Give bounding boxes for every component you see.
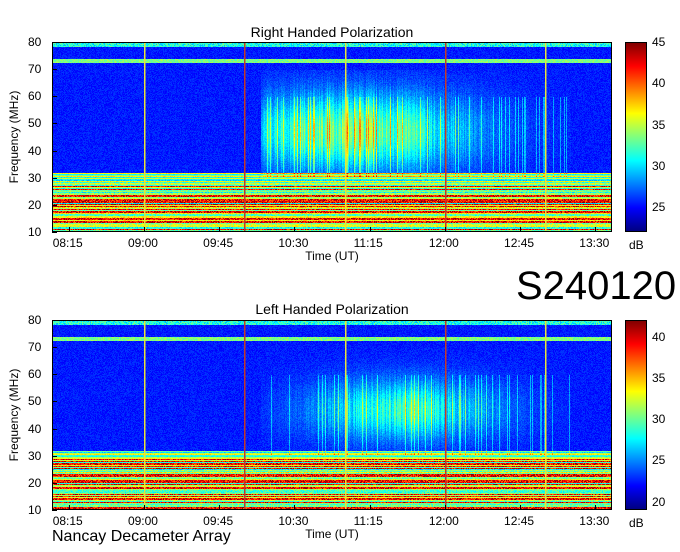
x-tick-mark xyxy=(595,505,597,510)
footer-label: Nancay Decameter Array xyxy=(52,528,231,545)
event-code: S240120 xyxy=(516,264,677,308)
y-tick-mark xyxy=(52,96,57,98)
y-tick-label: 70 xyxy=(28,340,42,355)
x-tick-mark xyxy=(369,227,371,232)
x-tick-label: 10:30 xyxy=(278,514,309,528)
x-tick-mark xyxy=(294,505,296,510)
y-tick-label: 30 xyxy=(28,448,42,463)
colorbar-tick-label: 30 xyxy=(652,412,666,427)
colorbar-tick-label: 30 xyxy=(652,158,666,173)
x-tick-label: 09:45 xyxy=(203,514,234,528)
y-tick-label: 10 xyxy=(28,225,42,239)
x-tick-label: 12:00 xyxy=(428,236,459,250)
y-tick-mark xyxy=(52,374,57,376)
x-tick-mark xyxy=(219,227,221,232)
y-tick-mark xyxy=(52,69,57,71)
colorbar xyxy=(625,320,647,510)
x-tick-label: 12:00 xyxy=(428,514,459,528)
colorbar-tick-label: 25 xyxy=(652,453,666,468)
x-tick-label: 09:00 xyxy=(127,514,158,528)
y-tick-mark xyxy=(52,232,57,233)
y-tick-mark xyxy=(52,401,57,403)
colorbar xyxy=(625,42,647,232)
panel-title: Right Handed Polarization xyxy=(250,24,414,40)
y-tick-label: 20 xyxy=(28,197,42,212)
y-tick-mark xyxy=(52,428,57,430)
colorbar-tick-label: 35 xyxy=(652,117,666,132)
x-tick-label: 12:45 xyxy=(504,514,535,528)
y-tick-mark xyxy=(52,320,57,321)
colorbar-units: dB xyxy=(629,516,644,530)
spectrogram-image xyxy=(52,320,612,510)
x-axis-label: Time (UT) xyxy=(305,527,359,541)
x-tick-label: 09:45 xyxy=(203,236,234,250)
x-tick-mark xyxy=(294,227,296,232)
y-tick-label: 70 xyxy=(28,62,42,77)
y-tick-label: 30 xyxy=(28,170,42,185)
x-tick-label: 13:30 xyxy=(579,514,610,528)
colorbar-tick-label: 40 xyxy=(652,329,666,344)
y-tick-label: 80 xyxy=(28,313,42,327)
y-tick-mark xyxy=(52,177,57,179)
x-axis-label: Time (UT) xyxy=(305,249,359,263)
y-tick-label: 40 xyxy=(28,143,42,158)
y-tick-mark xyxy=(52,347,57,349)
y-tick-mark xyxy=(52,150,57,152)
x-tick-mark xyxy=(219,505,221,510)
y-tick-label: 20 xyxy=(28,475,42,490)
y-axis-label: Frequency (MHz) xyxy=(7,368,21,462)
x-tick-mark xyxy=(143,227,145,232)
x-tick-label: 09:00 xyxy=(127,236,158,250)
y-tick-label: 40 xyxy=(28,421,42,436)
colorbar-tick-label: 40 xyxy=(652,76,666,91)
colorbar-tick-label: 45 xyxy=(652,35,666,49)
x-tick-label: 08:15 xyxy=(52,236,83,250)
x-tick-label: 12:45 xyxy=(504,236,535,250)
y-tick-label: 50 xyxy=(28,116,42,131)
x-tick-mark xyxy=(68,227,70,232)
x-tick-label: 10:30 xyxy=(278,236,309,250)
y-tick-label: 60 xyxy=(28,89,42,104)
y-tick-mark xyxy=(52,123,57,125)
y-tick-mark xyxy=(52,482,57,484)
y-tick-label: 10 xyxy=(28,503,42,517)
y-tick-mark xyxy=(52,510,57,511)
x-tick-label: 11:15 xyxy=(353,236,383,250)
x-tick-mark xyxy=(595,227,597,232)
x-tick-label: 08:15 xyxy=(52,514,83,528)
x-tick-mark xyxy=(520,227,522,232)
x-tick-mark xyxy=(444,227,446,232)
y-tick-label: 60 xyxy=(28,367,42,382)
x-tick-mark xyxy=(68,505,70,510)
panel-title: Left Handed Polarization xyxy=(255,301,409,317)
y-tick-mark xyxy=(52,455,57,457)
colorbar-tick-label: 35 xyxy=(652,370,666,385)
x-tick-mark xyxy=(369,505,371,510)
colorbar-units: dB xyxy=(629,238,644,252)
x-tick-mark xyxy=(143,505,145,510)
y-tick-mark xyxy=(52,42,57,43)
colorbar-tick-label: 20 xyxy=(652,494,666,509)
y-tick-label: 80 xyxy=(28,35,42,49)
y-tick-mark xyxy=(52,204,57,206)
y-tick-label: 50 xyxy=(28,394,42,409)
x-tick-mark xyxy=(444,505,446,510)
y-axis-label: Frequency (MHz) xyxy=(7,90,21,184)
x-tick-label: 13:30 xyxy=(579,236,610,250)
x-tick-mark xyxy=(520,505,522,510)
colorbar-tick-label: 25 xyxy=(652,200,666,215)
x-tick-label: 11:15 xyxy=(353,514,383,528)
spectrogram-image xyxy=(52,42,612,232)
